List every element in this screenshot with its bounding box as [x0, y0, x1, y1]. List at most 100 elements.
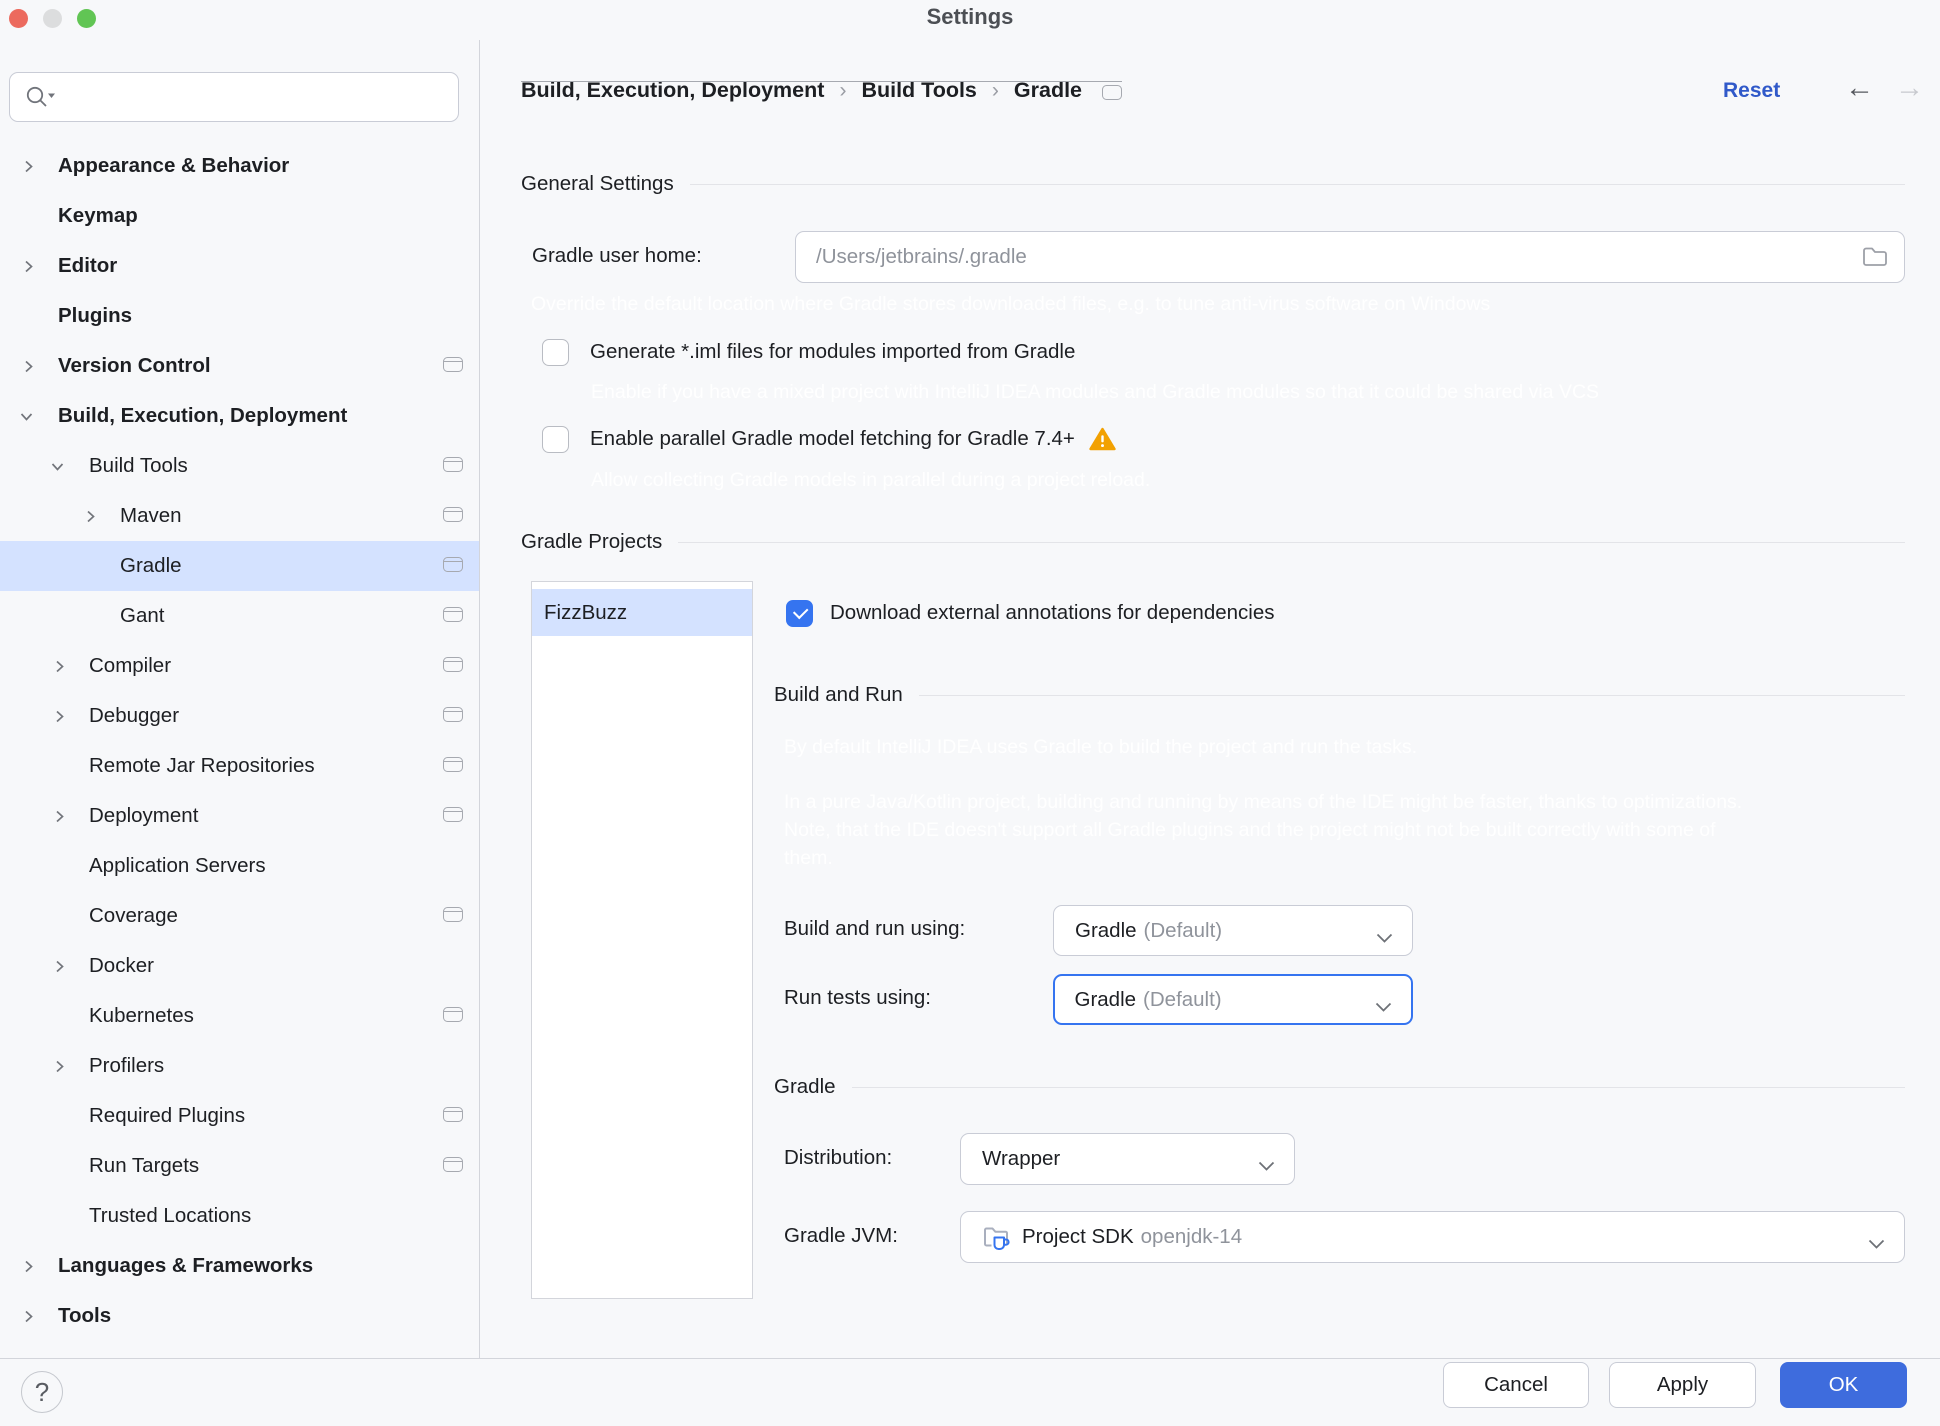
generate-iml-hint: Enable if you have a mixed project with …: [591, 381, 1600, 403]
sidebar-item-profilers[interactable]: Profilers: [0, 1041, 479, 1091]
section-rule: [689, 183, 1905, 185]
window-icon: [443, 507, 463, 522]
sidebar-item-application-servers[interactable]: Application Servers: [0, 841, 479, 891]
sidebar-item-debugger[interactable]: Debugger: [0, 691, 479, 741]
apply-button[interactable]: Apply: [1609, 1362, 1756, 1408]
sidebar-item-tools[interactable]: Tools: [0, 1291, 479, 1341]
build-run-using-label: Build and run using:: [784, 917, 966, 940]
dropdown-value: Project SDK: [1022, 1225, 1134, 1248]
download-annotations-checkbox[interactable]: [786, 600, 813, 627]
sidebar-item-remote-jar-repositories[interactable]: Remote Jar Repositories: [0, 741, 479, 791]
parallel-fetch-checkbox[interactable]: [542, 426, 569, 453]
ok-button[interactable]: OK: [1780, 1362, 1907, 1408]
sidebar-item-languages-frameworks[interactable]: Languages & Frameworks: [0, 1241, 479, 1291]
gradle-user-home-input[interactable]: [796, 245, 1862, 269]
chevron-down-icon: [1868, 1232, 1885, 1256]
distribution-dropdown[interactable]: Wrapper: [960, 1133, 1295, 1185]
chevron-right-icon[interactable]: [22, 260, 58, 273]
chevron-right-icon[interactable]: [53, 1060, 89, 1073]
build-run-using-dropdown[interactable]: Gradle (Default): [1053, 905, 1413, 956]
sidebar-item-plugins[interactable]: Plugins: [0, 291, 479, 341]
chevron-right-icon[interactable]: [53, 710, 89, 723]
sidebar-item-label: Keymap: [58, 204, 138, 227]
window-icon: [443, 657, 463, 672]
sidebar-item-label: Compiler: [89, 654, 172, 677]
sidebar-item-kubernetes[interactable]: Kubernetes: [0, 991, 479, 1041]
sidebar-item-editor[interactable]: Editor: [0, 241, 479, 291]
sidebar-item-deployment[interactable]: Deployment: [0, 791, 479, 841]
generate-iml-checkbox[interactable]: [542, 339, 569, 366]
sidebar-item-maven[interactable]: Maven: [0, 491, 479, 541]
sidebar-item-trusted-locations[interactable]: Trusted Locations: [0, 1191, 479, 1241]
window-icon: [443, 1107, 463, 1122]
window-title: Settings: [926, 4, 1014, 29]
run-tests-using-dropdown[interactable]: Gradle (Default): [1053, 974, 1413, 1025]
sidebar-divider: [479, 40, 480, 1358]
sidebar-item-compiler[interactable]: Compiler: [0, 641, 479, 691]
sidebar-item-label: Editor: [58, 254, 118, 277]
chevron-right-icon[interactable]: [22, 160, 58, 173]
sidebar-item-label: Required Plugins: [89, 1104, 246, 1127]
build-and-run-hint-1: By default IntelliJ IDEA uses Gradle to …: [784, 736, 1418, 758]
parallel-fetch-label: Enable parallel Gradle model fetching fo…: [590, 427, 1116, 451]
help-button[interactable]: ?: [21, 1371, 63, 1413]
gradle-projects-list: FizzBuzz: [531, 581, 753, 1299]
sidebar-item-label: Profilers: [89, 1054, 165, 1077]
gradle-user-home-field[interactable]: [795, 231, 1905, 283]
build-and-run-hint-2: In a pure Java/Kotlin project, building …: [784, 791, 1743, 869]
breadcrumb: Build, Execution, Deployment › Build Tools…: [521, 78, 1123, 103]
chevron-right-icon[interactable]: [22, 360, 58, 373]
sidebar-item-build-execution-deployment[interactable]: Build, Execution, Deployment: [0, 391, 479, 441]
chevron-down-icon[interactable]: [51, 460, 87, 473]
sidebar-item-version-control[interactable]: Version Control: [0, 341, 479, 391]
sidebar-item-label: Deployment: [89, 804, 199, 827]
sidebar-item-docker[interactable]: Docker: [0, 941, 479, 991]
sidebar-item-appearance-behavior[interactable]: Appearance & Behavior: [0, 141, 479, 191]
sidebar-item-gant[interactable]: Gant: [0, 591, 479, 641]
window-icon: [1102, 84, 1123, 100]
sidebar-item-run-targets[interactable]: Run Targets: [0, 1141, 479, 1191]
sidebar-item-coverage[interactable]: Coverage: [0, 891, 479, 941]
sidebar-item-build-tools[interactable]: Build Tools: [0, 441, 479, 491]
browse-folder-icon[interactable]: [1862, 246, 1888, 268]
build-and-run-section-header: Build and Run: [774, 683, 1905, 707]
project-list-item[interactable]: FizzBuzz: [532, 589, 752, 636]
chevron-right-icon[interactable]: [22, 1310, 58, 1323]
back-arrow-icon[interactable]: ←: [1845, 72, 1874, 104]
chevron-right-icon[interactable]: [84, 510, 120, 523]
sidebar-item-label: Gradle: [120, 554, 182, 577]
section-rule: [678, 541, 1905, 543]
sidebar-item-label: Debugger: [89, 704, 180, 727]
sidebar-item-gradle[interactable]: Gradle: [0, 541, 479, 591]
footer-divider: [0, 1358, 1940, 1359]
sidebar-item-label: Maven: [120, 504, 182, 527]
chevron-down-icon: [1375, 995, 1392, 1019]
chevron-right-icon[interactable]: [53, 960, 89, 973]
settings-dialog: Settings Appearance & Behavior Keymap Edit…: [0, 0, 1940, 1426]
settings-search-box[interactable]: [9, 72, 459, 122]
gradle-jvm-dropdown[interactable]: Project SDK openjdk-14: [960, 1211, 1905, 1263]
reset-link[interactable]: Reset: [1723, 79, 1780, 103]
chevron-right-icon[interactable]: [53, 660, 89, 673]
window-icon: [443, 607, 463, 622]
chevron-down-icon: [1376, 926, 1393, 950]
sidebar-item-keymap[interactable]: Keymap: [0, 191, 479, 241]
cancel-button[interactable]: Cancel: [1443, 1362, 1589, 1408]
chevron-down-icon: [1258, 1154, 1275, 1178]
search-icon[interactable]: [24, 83, 56, 111]
sidebar-item-label: Build, Execution, Deployment: [58, 404, 348, 427]
window-icon: [443, 907, 463, 922]
forward-arrow-icon[interactable]: →: [1895, 72, 1924, 104]
chevron-down-icon[interactable]: [20, 410, 56, 423]
search-input[interactable]: [60, 85, 458, 109]
chevron-right-icon[interactable]: [22, 1260, 58, 1273]
chevron-right-icon[interactable]: [53, 810, 89, 823]
gradle-user-home-label: Gradle user home:: [532, 244, 702, 267]
sidebar-item-label: Appearance & Behavior: [58, 154, 290, 177]
window-icon: [443, 1007, 463, 1022]
window-icon: [443, 357, 463, 372]
sidebar-item-label: Trusted Locations: [89, 1204, 252, 1227]
distribution-label: Distribution:: [784, 1146, 893, 1169]
sidebar-item-label: Coverage: [89, 904, 178, 927]
sidebar-item-required-plugins[interactable]: Required Plugins: [0, 1091, 479, 1141]
